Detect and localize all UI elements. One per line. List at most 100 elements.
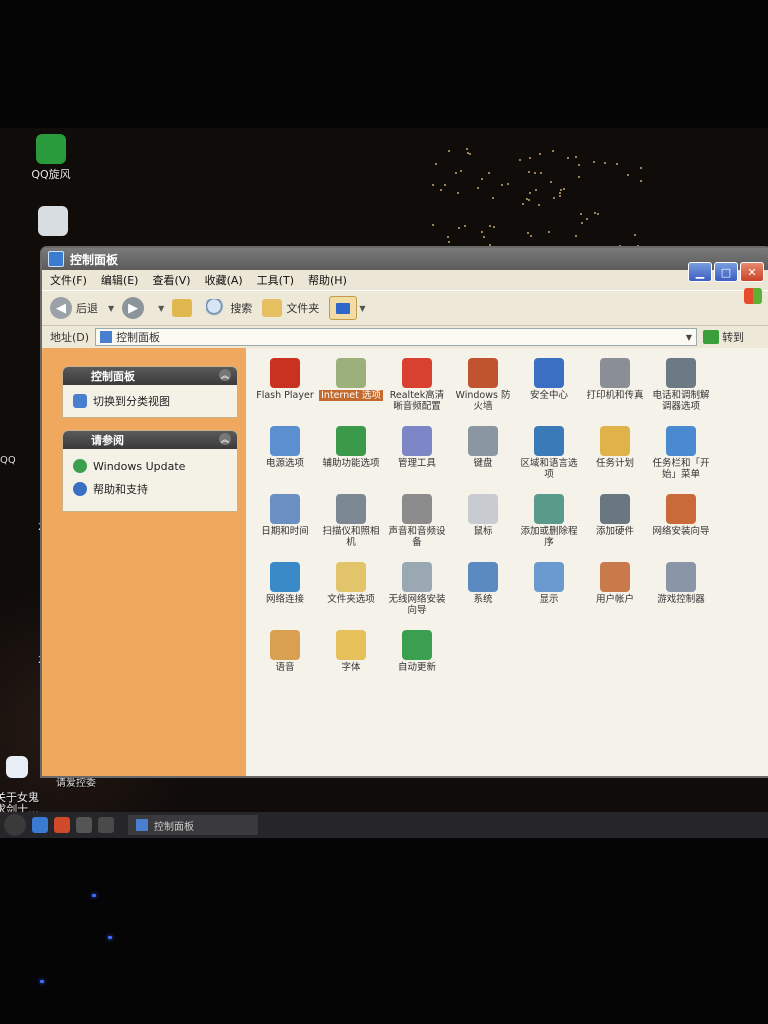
panel-header[interactable]: 请参阅 ︽: [63, 431, 237, 449]
quick-launch-icon[interactable]: [76, 817, 92, 833]
control-panel-item[interactable]: 安全中心: [516, 358, 582, 420]
control-panel-item[interactable]: Internet 选项: [318, 358, 384, 420]
desktop-icon-flash-file[interactable]: [18, 206, 88, 238]
flash-file-icon: [38, 206, 68, 236]
control-panel-item[interactable]: 用户帐户: [582, 562, 648, 624]
desktop-icon-qq-xuanfeng[interactable]: QQ旋风: [16, 134, 86, 182]
menu-help[interactable]: 帮助(H): [308, 272, 347, 288]
control-panel-item[interactable]: 日期和时间: [252, 494, 318, 556]
control-panel-item[interactable]: 管理工具: [384, 426, 450, 488]
control-panel-item-label: 系统: [473, 594, 493, 605]
control-panel-item[interactable]: 声音和音频设备: [384, 494, 450, 556]
sparkle: [518, 158, 521, 161]
sparkle: [482, 236, 485, 239]
control-panel-item[interactable]: 自动更新: [384, 630, 450, 692]
control-panel-item[interactable]: 字体: [318, 630, 384, 692]
control-panel-item-label: 声音和音频设备: [388, 526, 446, 548]
sparkle: [526, 231, 529, 234]
help-and-support-link[interactable]: 帮助和支持: [63, 477, 237, 501]
control-panel-item-label: Internet 选项: [319, 390, 383, 401]
control-panel-item[interactable]: 区域和语言选项: [516, 426, 582, 488]
panel-header[interactable]: 控制面板 ︽: [63, 367, 237, 385]
control-panel-item[interactable]: 网络连接: [252, 562, 318, 624]
control-panel-item[interactable]: 添加硬件: [582, 494, 648, 556]
control-panel-item[interactable]: Windows 防火墙: [450, 358, 516, 420]
switch-to-category-view-link[interactable]: 切换到分类视图: [63, 385, 237, 417]
control-panel-item[interactable]: 扫描仪和照相机: [318, 494, 384, 556]
quick-launch-icon[interactable]: [98, 817, 114, 833]
control-panel-item-icon: [534, 494, 564, 524]
up-folder-button[interactable]: [172, 299, 196, 317]
folders-button[interactable]: 文件夹: [262, 299, 319, 317]
control-panel-small-icon: [100, 331, 113, 343]
control-panel-item-icon: [402, 494, 432, 524]
desktop-icon-label: QQ旋风: [31, 168, 71, 181]
close-button[interactable]: ✕: [740, 262, 764, 282]
panel-title: 控制面板: [91, 370, 135, 383]
control-panel-item[interactable]: 辅助功能选项: [318, 426, 384, 488]
control-panel-item[interactable]: 任务栏和「开始」菜单: [648, 426, 714, 488]
control-panel-item[interactable]: 文件夹选项: [318, 562, 384, 624]
search-button[interactable]: 搜索: [206, 299, 252, 317]
control-panel-item[interactable]: 鼠标: [450, 494, 516, 556]
menu-tools[interactable]: 工具(T): [257, 272, 294, 288]
go-button[interactable]: 转到: [703, 329, 744, 345]
qq-xuanfeng-icon: [36, 134, 66, 164]
window-controls: ▁ □ ✕: [688, 262, 764, 282]
control-panel-item-label: 安全中心: [529, 390, 568, 401]
menu-favorites[interactable]: 收藏(A): [205, 272, 243, 288]
control-panel-item-label: 无线网络安装向导: [388, 594, 446, 616]
sparkle: [529, 157, 532, 160]
see-also-panel: 请参阅 ︽ Windows Update 帮助和支持: [62, 430, 238, 512]
search-icon: [206, 299, 227, 317]
control-panel-item[interactable]: 网络安装向导: [648, 494, 714, 556]
forward-history-dropdown[interactable]: ▼: [158, 304, 164, 313]
control-panel-item[interactable]: 添加或删除程序: [516, 494, 582, 556]
menu-edit[interactable]: 编辑(E): [101, 272, 139, 288]
collapse-chevron-icon[interactable]: ︽: [219, 433, 231, 445]
sparkle: [558, 192, 561, 195]
maximize-button[interactable]: □: [714, 262, 738, 282]
sparkle: [596, 213, 599, 216]
start-button[interactable]: [4, 814, 26, 836]
control-panel-item-label: 键盘: [473, 458, 493, 469]
views-button[interactable]: ▼: [329, 296, 373, 320]
control-panel-item-icon: [336, 562, 366, 592]
sparkle: [447, 235, 450, 238]
sparkle: [585, 217, 588, 220]
address-input[interactable]: 控制面板 ▼: [95, 328, 698, 346]
control-panel-item[interactable]: 键盘: [450, 426, 516, 488]
control-panel-item[interactable]: Realtek高清晰音频配置: [384, 358, 450, 420]
control-panel-item-icon: [666, 358, 696, 388]
sparkle: [627, 174, 630, 177]
minimize-button[interactable]: ▁: [688, 262, 712, 282]
control-panel-item[interactable]: Flash Player: [252, 358, 318, 420]
control-panel-item[interactable]: 打印机和传真: [582, 358, 648, 420]
taskbar-item-control-panel[interactable]: 控制面板: [128, 815, 258, 835]
control-panel-item-icon: [600, 426, 630, 456]
control-panel-item[interactable]: 系统: [450, 562, 516, 624]
sparkle: [533, 171, 536, 174]
address-dropdown-icon[interactable]: ▼: [682, 333, 696, 342]
windows-update-link[interactable]: Windows Update: [63, 455, 237, 477]
internet-explorer-icon[interactable]: [32, 817, 48, 833]
menu-view[interactable]: 查看(V): [152, 272, 190, 288]
back-history-dropdown[interactable]: ▼: [108, 304, 114, 313]
control-panel-item[interactable]: 电话和调制解调器选项: [648, 358, 714, 420]
menu-file[interactable]: 文件(F): [50, 272, 87, 288]
title-bar[interactable]: 控制面板: [42, 248, 768, 270]
control-panel-item-icon: [468, 358, 498, 388]
sparkle: [574, 155, 577, 158]
control-panel-item[interactable]: 任务计划: [582, 426, 648, 488]
control-panel-item[interactable]: 显示: [516, 562, 582, 624]
control-panel-item-label: 显示: [539, 594, 559, 605]
control-panel-item-icon: [270, 494, 300, 524]
control-panel-item[interactable]: 无线网络安装向导: [384, 562, 450, 624]
forward-button[interactable]: ▶: [122, 297, 148, 319]
collapse-chevron-icon[interactable]: ︽: [219, 369, 231, 381]
control-panel-item[interactable]: 游戏控制器: [648, 562, 714, 624]
control-panel-item[interactable]: 语音: [252, 630, 318, 692]
control-panel-item[interactable]: 电源选项: [252, 426, 318, 488]
back-button[interactable]: ◀ 后退: [50, 297, 98, 319]
quick-launch-icon[interactable]: [54, 817, 70, 833]
